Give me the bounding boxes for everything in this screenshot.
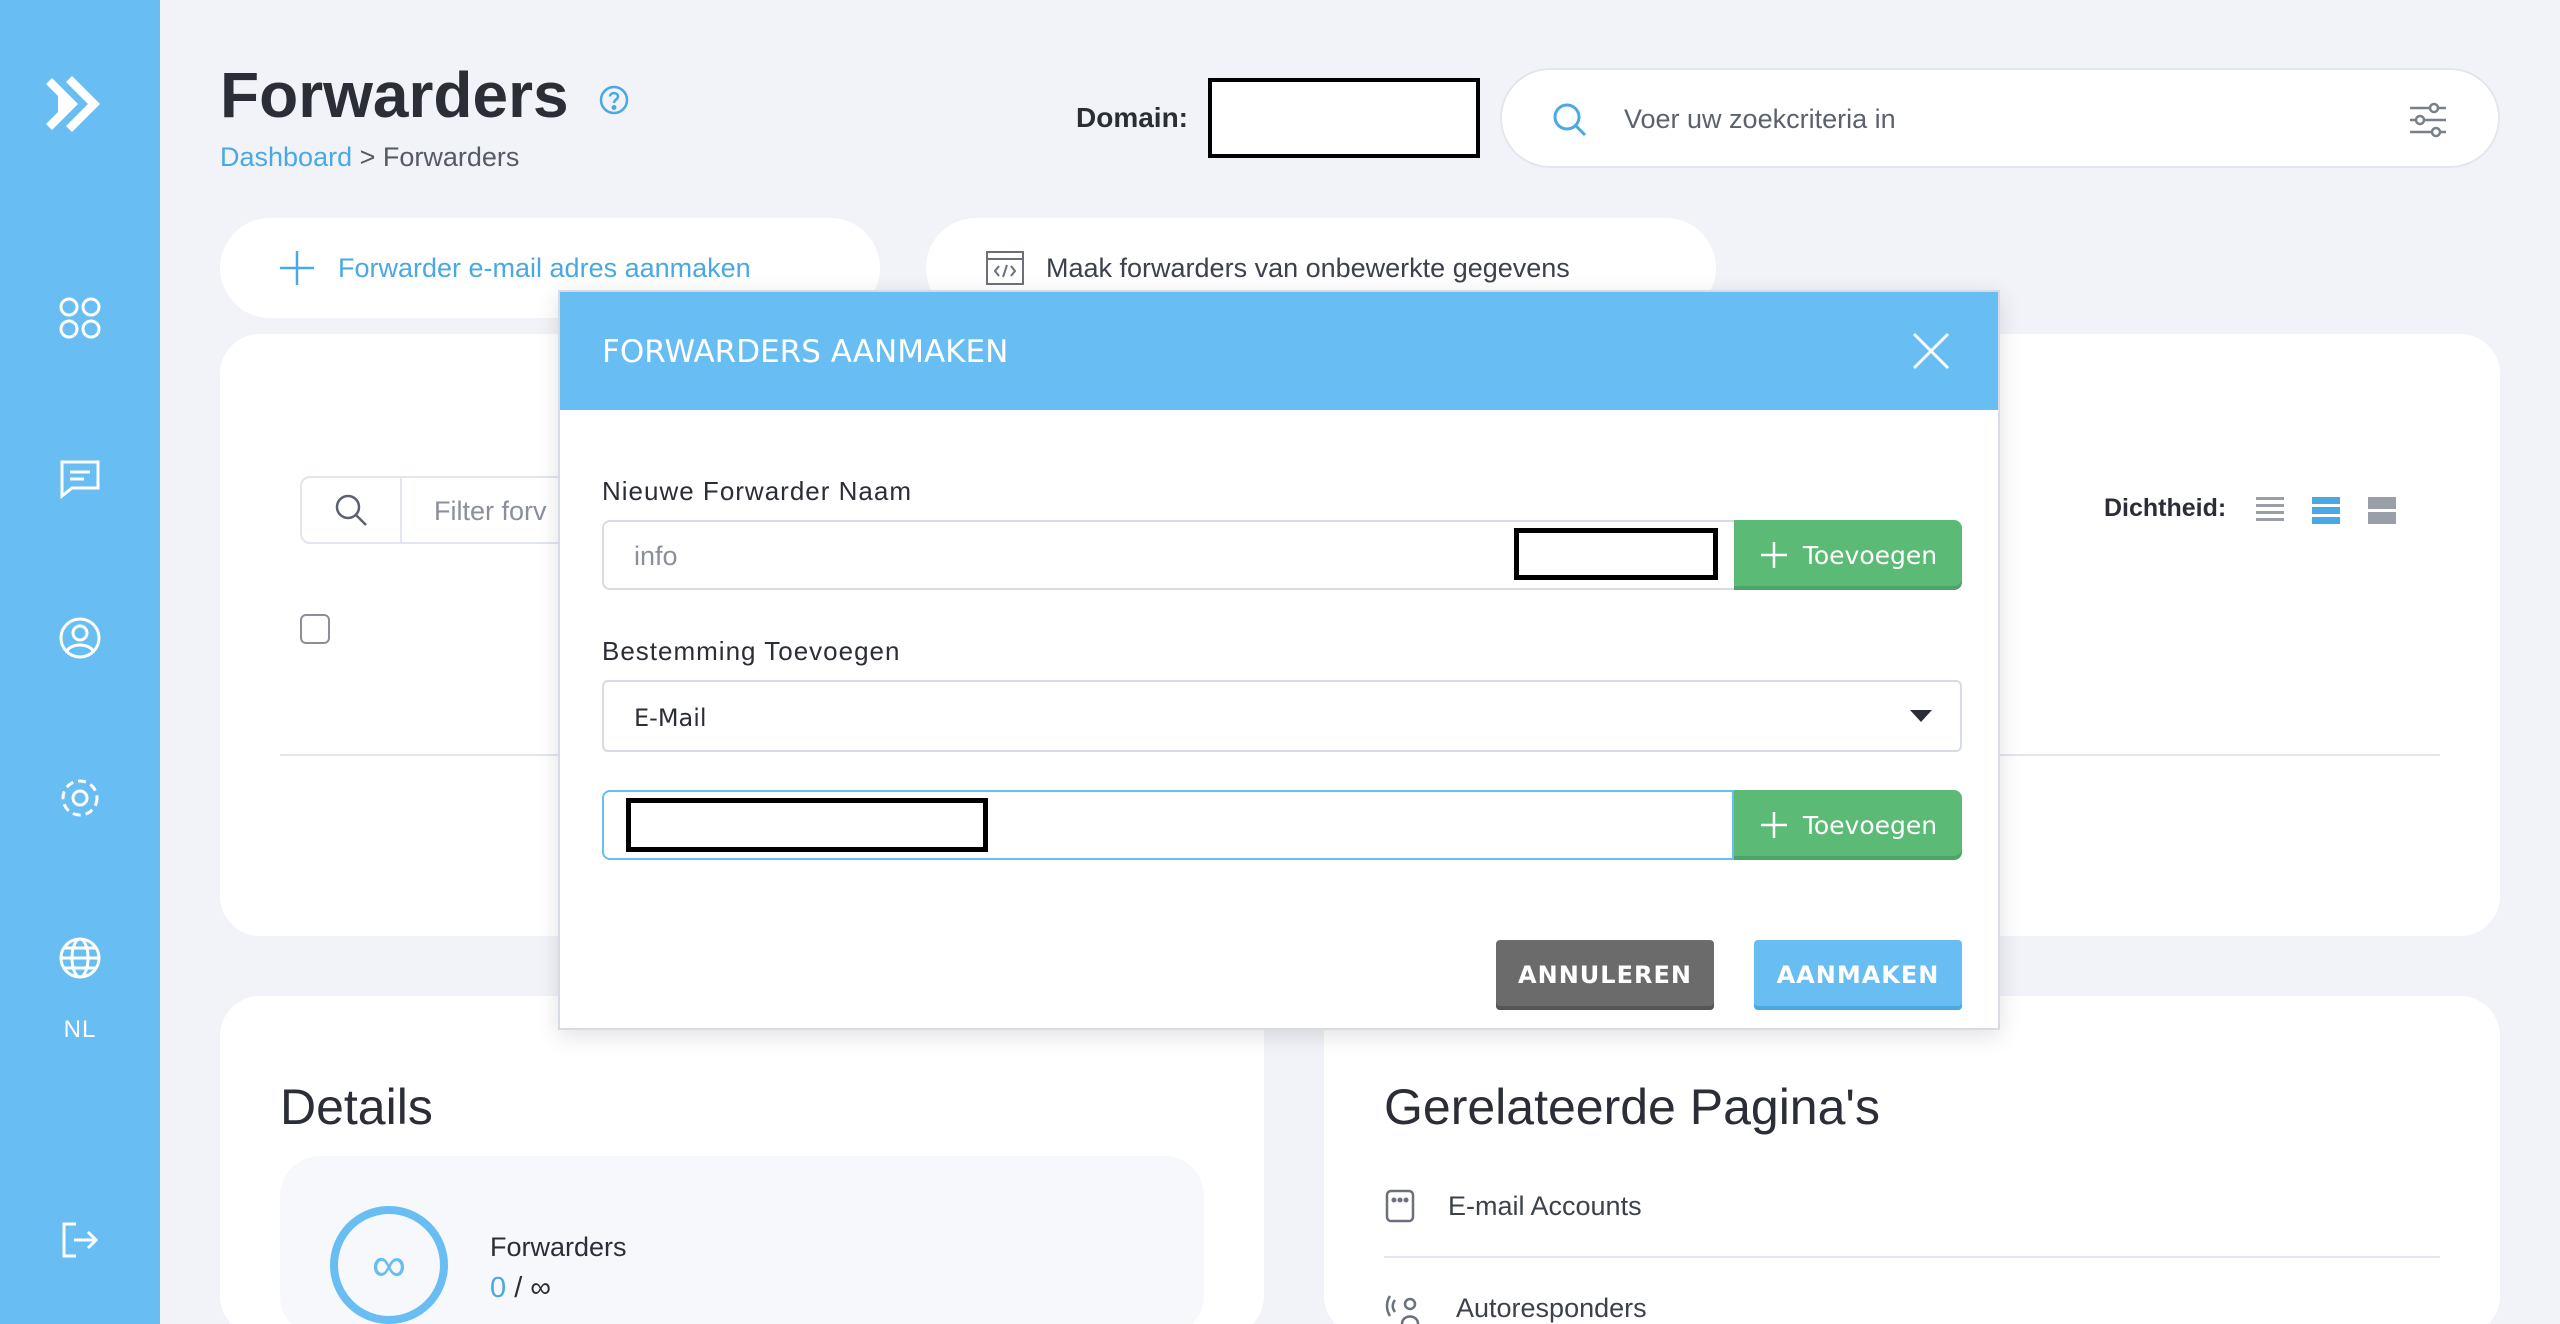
cancel-button[interactable]: ANNULEREN [1496,940,1714,1010]
add-forwarder-name-button[interactable]: Toevoegen [1734,520,1962,590]
forwarder-name-input[interactable]: info [602,520,1494,590]
create-forwarders-modal: FORWARDERS AANMAKEN Nieuwe Forwarder Naa… [558,290,2000,1030]
create-button[interactable]: AANMAKEN [1754,940,1962,1010]
chevron-down-icon [1910,710,1932,722]
modal-header: FORWARDERS AANMAKEN [560,292,1998,410]
add-button-label: Toevoegen [1802,810,1938,840]
close-icon[interactable] [1906,326,1956,376]
redaction-box [626,798,988,852]
add-button-label: Toevoegen [1802,540,1938,570]
destination-type-select[interactable]: E-Mail [602,680,1962,752]
domain-suffix-redacted [1492,520,1736,590]
redaction-box [1514,528,1718,580]
destination-label: Bestemming Toevoegen [602,636,901,666]
modal-title: FORWARDERS AANMAKEN [602,334,1009,370]
destination-type-value: E-Mail [634,704,707,732]
plus-icon [1760,812,1787,838]
add-destination-button[interactable]: Toevoegen [1734,790,1962,860]
forwarder-name-value: info [634,541,678,571]
plus-icon [1760,542,1787,568]
destination-email-input[interactable] [602,790,1734,860]
forwarder-name-label: Nieuwe Forwarder Naam [602,476,912,506]
